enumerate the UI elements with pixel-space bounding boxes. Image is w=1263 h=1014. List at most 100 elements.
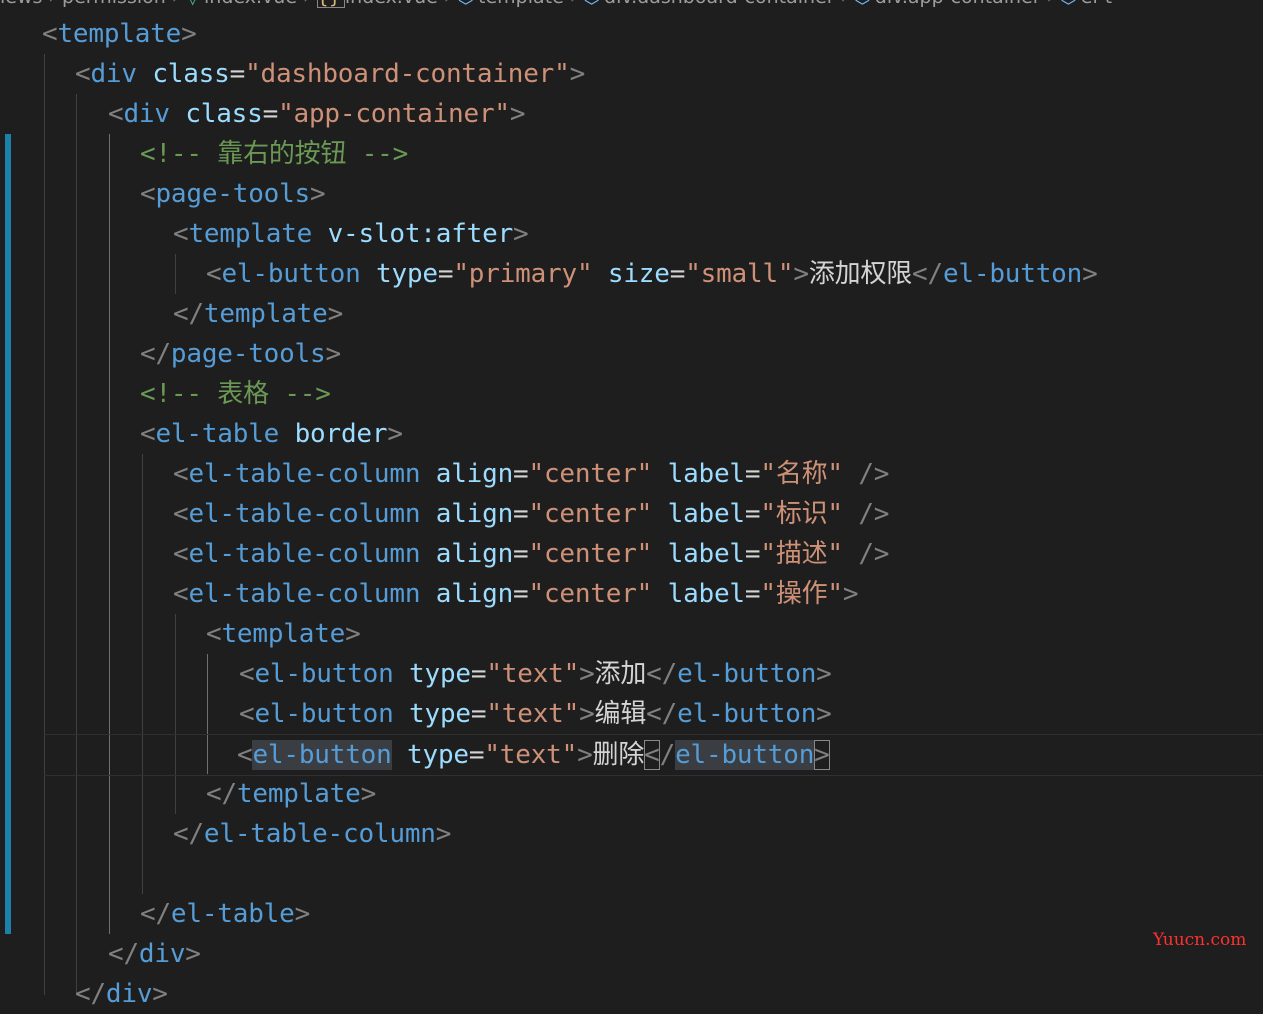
code-line-text: </el-table-column> — [0, 819, 451, 849]
code-line-text: </template> — [0, 779, 376, 809]
code-token: type — [407, 740, 469, 770]
code-line[interactable]: <el-table-column align="center" label="名… — [0, 454, 889, 494]
code-token: = — [229, 59, 246, 89]
code-line[interactable]: </div> — [0, 934, 201, 974]
code-token: template — [236, 779, 361, 809]
code-token: < — [239, 699, 255, 729]
code-token: </ — [173, 819, 204, 849]
code-token: </ — [206, 779, 237, 809]
code-line[interactable]: <!-- 靠右的按钮 --> — [0, 134, 408, 174]
code-token: el-table-column — [188, 499, 421, 529]
code-token: type — [376, 259, 438, 289]
code-token: "text" — [484, 740, 578, 770]
code-token: > — [577, 740, 593, 770]
code-token: page-tools — [170, 339, 326, 369]
code-token: el-button — [677, 659, 817, 689]
code-token: el-table-column — [188, 539, 421, 569]
code-line[interactable]: <el-button type="text">编辑</el-button> — [0, 694, 832, 734]
code-token: < — [140, 419, 156, 449]
code-token: > — [181, 19, 197, 49]
code-token: align — [435, 499, 514, 529]
code-token: /> — [858, 539, 890, 569]
code-token: = — [437, 259, 454, 289]
code-token: div — [105, 979, 153, 1009]
code-token: el-table — [155, 419, 280, 449]
code-line-text: <div class="app-container"> — [0, 99, 526, 129]
code-token: "primary" — [453, 259, 593, 289]
code-line[interactable]: <el-table-column align="center" label="操… — [0, 574, 859, 614]
code-line-text: </template> — [0, 299, 343, 329]
code-token: align — [435, 459, 514, 489]
code-line[interactable]: <div class="dashboard-container"> — [0, 54, 585, 94]
code-line[interactable]: </el-table-column> — [0, 814, 451, 854]
code-line[interactable]: <el-table border> — [0, 414, 403, 454]
code-line[interactable]: <!-- 表格 --> — [0, 374, 331, 414]
code-token: template — [221, 619, 346, 649]
code-line[interactable]: <page-tools> — [0, 174, 326, 214]
code-token: > — [152, 979, 168, 1009]
code-line-text: <el-button type="text">删除</el-button> — [42, 740, 830, 770]
code-token: > — [513, 219, 529, 249]
code-line[interactable]: <template v-slot:after> — [0, 214, 529, 254]
code-token: < — [206, 619, 222, 649]
code-line-text: <page-tools> — [0, 179, 326, 209]
code-line[interactable]: </div> — [0, 974, 168, 1014]
code-token: el-button — [254, 659, 394, 689]
code-token: > — [569, 59, 586, 89]
code-token: el-button — [675, 740, 815, 770]
code-token: "small" — [685, 259, 794, 289]
code-line[interactable]: <el-table-column align="center" label="标… — [0, 494, 889, 534]
code-token: "名称" — [760, 459, 843, 489]
code-token: align — [435, 539, 514, 569]
code-line[interactable]: <template> — [0, 614, 361, 654]
code-token: 添加 — [594, 659, 647, 689]
code-line[interactable]: <el-button type="text">添加</el-button> — [0, 654, 832, 694]
code-token: 编辑 — [594, 699, 647, 729]
code-token: > — [579, 699, 595, 729]
code-line[interactable]: <el-button type="primary" size="small">添… — [0, 254, 1098, 294]
code-token: "app-container" — [278, 99, 510, 129]
code-line[interactable]: <el-table-column align="center" label="描… — [0, 534, 889, 574]
code-token: = — [744, 459, 761, 489]
code-token: > — [579, 659, 595, 689]
code-token: label — [667, 499, 745, 529]
code-line[interactable]: <template> — [0, 14, 197, 54]
code-token: label — [667, 539, 745, 569]
code-line[interactable]: <el-button type="text">删除</el-button> — [44, 734, 1263, 776]
code-token: < — [173, 459, 189, 489]
code-token: < — [42, 19, 58, 49]
code-line[interactable]: </template> — [0, 774, 376, 814]
code-editor[interactable]: <template> <div class="dashboard-containe… — [0, 0, 1263, 1009]
code-line[interactable]: </el-table> — [0, 894, 310, 934]
code-token: = — [513, 459, 529, 489]
code-token: page-tools — [155, 179, 311, 209]
code-line[interactable]: </page-tools> — [0, 334, 341, 374]
code-token: class — [152, 59, 230, 89]
code-line-text: </el-table> — [0, 899, 310, 929]
code-token: /> — [858, 459, 890, 489]
code-token: < — [173, 539, 189, 569]
code-token: > — [327, 299, 344, 329]
code-line-text: <el-button type="primary" size="small">添… — [0, 259, 1098, 289]
watermark: Yuucn.com — [1153, 930, 1247, 950]
code-token: el-button — [221, 259, 361, 289]
code-line-text: <el-table-column align="center" label="名… — [0, 459, 889, 489]
code-line-text: <template> — [0, 619, 361, 649]
code-token: = — [470, 659, 487, 689]
code-line[interactable]: <div class="app-container"> — [0, 94, 526, 134]
code-line[interactable]: </template> — [0, 294, 343, 334]
code-token: "标识" — [760, 499, 843, 529]
code-token: < — [108, 99, 124, 129]
code-token: = — [744, 499, 761, 529]
